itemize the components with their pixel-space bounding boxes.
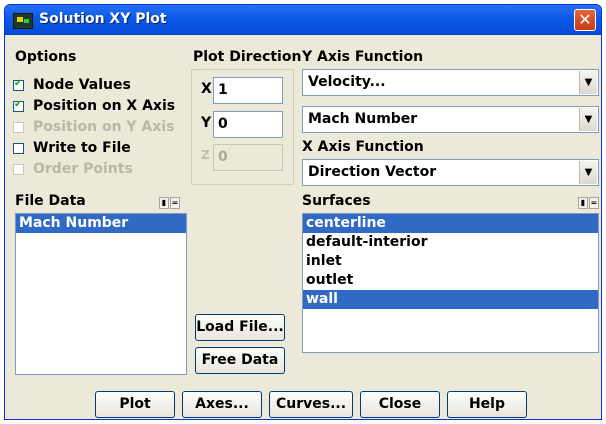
checkbox-icon [13,121,24,133]
y-axis-label: Y [201,115,212,131]
write-to-file-checkbox[interactable]: Write to File [13,138,131,158]
surfaces-label: Surfaces [302,193,371,209]
dropdown-value: Velocity... [308,74,386,90]
window-title: Solution XY Plot [39,11,167,27]
checkbox-label: Position on Y Axis [33,119,175,135]
list-item[interactable]: wall [303,290,598,309]
checkbox-label: Write to File [33,140,131,156]
solution-xy-plot-window: Solution XY Plot ✕ Options Node Values P… [4,4,602,420]
x-axis-label: X [201,81,212,97]
x-direction-input[interactable]: 1 [213,77,283,104]
select-all-icon[interactable]: ▮ [159,197,169,209]
checkbox-label: Node Values [33,77,131,93]
x-axis-function-dropdown[interactable]: Direction Vector ▼ [302,159,599,186]
list-item[interactable]: Mach Number [16,214,186,233]
y-axis-quantity-dropdown[interactable]: Mach Number ▼ [302,106,599,133]
select-all-icon[interactable]: ▮ [578,197,588,209]
deselect-all-icon[interactable]: = [589,197,599,209]
file-data-list[interactable]: Mach Number [15,213,187,375]
checkbox-icon [13,163,24,175]
close-window-button[interactable]: ✕ [574,9,596,31]
node-values-checkbox[interactable]: Node Values [13,75,131,95]
deselect-all-icon[interactable]: = [170,197,180,209]
list-item[interactable]: outlet [303,271,598,290]
z-direction-input: 0 [213,144,283,171]
chevron-down-icon[interactable]: ▼ [579,71,597,94]
dropdown-value: Direction Vector [308,164,437,180]
list-item[interactable]: inlet [303,252,598,271]
position-on-x-axis-checkbox[interactable]: Position on X Axis [13,96,175,116]
free-data-button[interactable]: Free Data [195,347,285,374]
x-axis-function-label: X Axis Function [302,139,424,155]
surfaces-selection-buttons: ▮ = [578,197,599,209]
plot-button[interactable]: Plot [95,391,175,418]
checkbox-icon [13,142,24,154]
y-axis-category-dropdown[interactable]: Velocity... ▼ [302,69,599,96]
order-points-checkbox: Order Points [13,159,133,179]
help-button[interactable]: Help [447,391,527,418]
checkbox-icon [13,99,24,112]
checkbox-label: Position on X Axis [33,98,176,114]
checkbox-label: Order Points [33,161,133,177]
list-item[interactable]: default-interior [303,233,598,252]
title-bar[interactable]: Solution XY Plot ✕ [5,5,601,35]
surfaces-list[interactable]: centerline default-interior inlet outlet… [302,213,599,353]
list-item[interactable]: centerline [303,214,598,233]
options-label: Options [15,49,77,65]
load-file-button[interactable]: Load File... [195,314,285,341]
plot-direction-label: Plot Direction [193,49,302,65]
position-on-y-axis-checkbox: Position on Y Axis [13,117,174,137]
axes-button[interactable]: Axes... [182,391,262,418]
z-axis-label: Z [201,148,210,162]
y-axis-function-label: Y Axis Function [302,49,424,65]
file-data-selection-buttons: ▮ = [159,197,180,209]
curves-button[interactable]: Curves... [269,391,353,418]
file-data-label: File Data [15,193,86,209]
checkbox-icon [13,78,24,91]
dropdown-value: Mach Number [308,111,418,127]
chevron-down-icon[interactable]: ▼ [579,108,597,131]
close-button[interactable]: Close [360,391,440,418]
y-direction-input[interactable]: 0 [213,111,283,138]
app-icon [13,13,33,29]
chevron-down-icon[interactable]: ▼ [579,161,597,184]
